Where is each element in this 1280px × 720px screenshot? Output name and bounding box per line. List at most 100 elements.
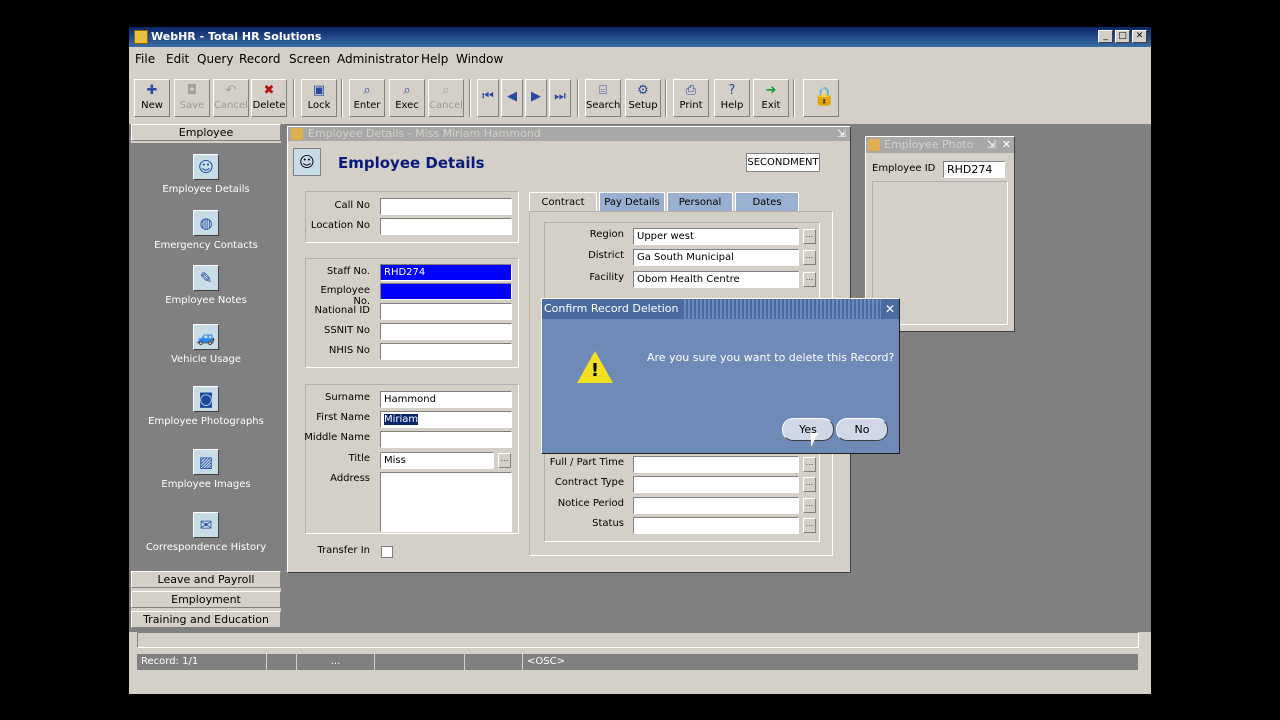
setup-button[interactable]: ⚙ Setup [625,79,661,117]
notice-period-lov-button[interactable]: ... [803,498,816,513]
address-field[interactable] [380,472,512,532]
first-name-field[interactable]: Miriam [380,411,512,428]
next-record-icon: ▶ [531,89,541,104]
setup-icon: ⚙ [637,83,649,98]
previous-record-button[interactable]: ◀ [501,79,523,117]
menu-administrator[interactable]: Administrator [337,52,419,66]
app-logo-icon [134,30,148,44]
first-record-button[interactable]: ⏮ [477,79,499,117]
next-record-button[interactable]: ▶ [525,79,547,117]
new-button[interactable]: ✚ New [134,79,170,117]
exit-button[interactable]: ➜ Exit [753,79,789,117]
delete-icon: ✖ [263,83,275,98]
form-resize-icon[interactable]: ⇲ [837,127,846,141]
sidebar-item-correspondence-history[interactable]: ✉ Correspondence History [131,512,281,553]
employee-header-icon: ☺ [293,148,321,176]
district-field[interactable]: Ga South Municipal [633,249,799,266]
employee-id-field[interactable]: RHD274 [943,161,1005,178]
lock-button[interactable]: ▣ Lock [301,79,337,117]
dialog-close-icon[interactable]: ✕ [881,299,899,319]
last-record-button[interactable]: ⏭ [549,79,571,117]
status-lov-button[interactable]: ... [803,518,816,533]
full-part-time-lov-button[interactable]: ... [803,457,816,472]
photo-window-icon [868,139,880,151]
full-part-time-field[interactable] [633,456,799,473]
ssnit-no-field[interactable] [380,323,512,340]
save-button[interactable]: ◘ Save [174,79,210,117]
secondment-button[interactable]: SECONDMENT [746,153,820,172]
nhis-no-field[interactable] [380,343,512,360]
enter-query-button[interactable]: ⌕ Enter [349,79,385,117]
district-lov-button[interactable]: ... [803,250,816,265]
photo-close-icon[interactable]: ✕ [1002,137,1011,153]
previous-record-icon: ◀ [507,89,517,104]
contract-type-label: Contract Type [554,477,624,488]
tab-personal[interactable]: Personal [667,192,733,211]
sidebar-item-employee-notes[interactable]: ✎ Employee Notes [131,265,281,306]
padlock-button[interactable]: 🔒 [803,79,839,117]
status-field[interactable] [633,517,799,534]
maximize-button[interactable]: □ [1115,30,1130,43]
search-icon: ⌸ [599,83,607,98]
menu-screen[interactable]: Screen [289,52,330,66]
sidebar-item-emergency-contacts[interactable]: ◍ Emergency Contacts [131,210,281,251]
facility-field[interactable]: Obom Health Centre [633,271,799,288]
sidebar-section-training-education[interactable]: Training and Education [131,611,281,628]
sidebar-item-employee-details[interactable]: ☺ Employee Details [131,154,281,195]
search-button[interactable]: ⌸ Search [585,79,621,117]
title-label: Title [348,453,370,464]
help-button[interactable]: ? Help [714,79,750,117]
menu-window[interactable]: Window [456,52,503,66]
tab-contract[interactable]: Contract [529,192,597,211]
toolbar-separator [793,79,795,117]
delete-button[interactable]: ✖ Delete [251,79,287,117]
menu-file[interactable]: File [135,52,155,66]
employee-no-label: Employee No. [320,285,370,307]
transfer-in-checkbox[interactable] [381,546,393,558]
menu-query[interactable]: Query [197,52,233,66]
surname-field[interactable]: Hammond [380,391,512,408]
employee-no-field[interactable] [380,283,512,300]
notice-period-label: Notice Period [557,498,624,509]
minimize-button[interactable]: _ [1098,30,1113,43]
title-lov-button[interactable]: ... [498,453,511,468]
tab-dates[interactable]: Dates [735,192,799,211]
menu-help[interactable]: Help [421,52,448,66]
sidebar-item-employee-photographs[interactable]: ◙ Employee Photographs [131,386,281,427]
photo-resize-icon[interactable]: ⇲ [987,137,996,153]
dialog-message: Are you sure you want to delete this Rec… [647,351,895,364]
sidebar-section-employment[interactable]: Employment [131,591,281,608]
region-lov-button[interactable]: ... [803,229,816,244]
staff-no-field[interactable]: RHD274 [380,264,512,281]
menu-record[interactable]: Record [239,52,280,66]
yes-button[interactable]: Yes [782,418,834,441]
national-id-field[interactable] [380,303,512,320]
employee-id-label: Employee ID [872,163,936,174]
middle-name-field[interactable] [380,431,512,448]
sidebar-item-employee-images[interactable]: ▨ Employee Images [131,449,281,490]
navigation-sidebar: Employee ☺ Employee Details ◍ Emergency Co… [131,124,281,628]
contract-type-field[interactable] [633,476,799,493]
notice-period-field[interactable] [633,497,799,514]
close-button[interactable]: ✕ [1132,30,1147,43]
location-no-field[interactable] [380,218,512,235]
print-button[interactable]: ⎙ Print [673,79,709,117]
contract-type-lov-button[interactable]: ... [803,477,816,492]
message-line [137,632,1139,648]
no-button[interactable]: No [836,418,888,441]
sidebar-section-leave-payroll[interactable]: Leave and Payroll [131,571,281,588]
tab-pay-details[interactable]: Pay Details [599,192,665,211]
sidebar-header-employee[interactable]: Employee [131,124,281,141]
title-field[interactable]: Miss [380,452,494,469]
region-field[interactable]: Upper west [633,228,799,245]
execute-query-button[interactable]: ⌕ Exec [389,79,425,117]
transfer-in-label: Transfer In [317,545,370,556]
cancel-button[interactable]: ↶ Cancel [213,79,249,117]
cancel-query-button[interactable]: ⌕ Cancel [428,79,464,117]
form-window-title: Employee Details - Miss Miriam Hammond [308,127,541,140]
facility-lov-button[interactable]: ... [803,272,816,287]
national-id-label: National ID [314,305,371,316]
menu-edit[interactable]: Edit [166,52,189,66]
call-no-field[interactable] [380,198,512,215]
sidebar-item-vehicle-usage[interactable]: 🚙 Vehicle Usage [131,324,281,365]
